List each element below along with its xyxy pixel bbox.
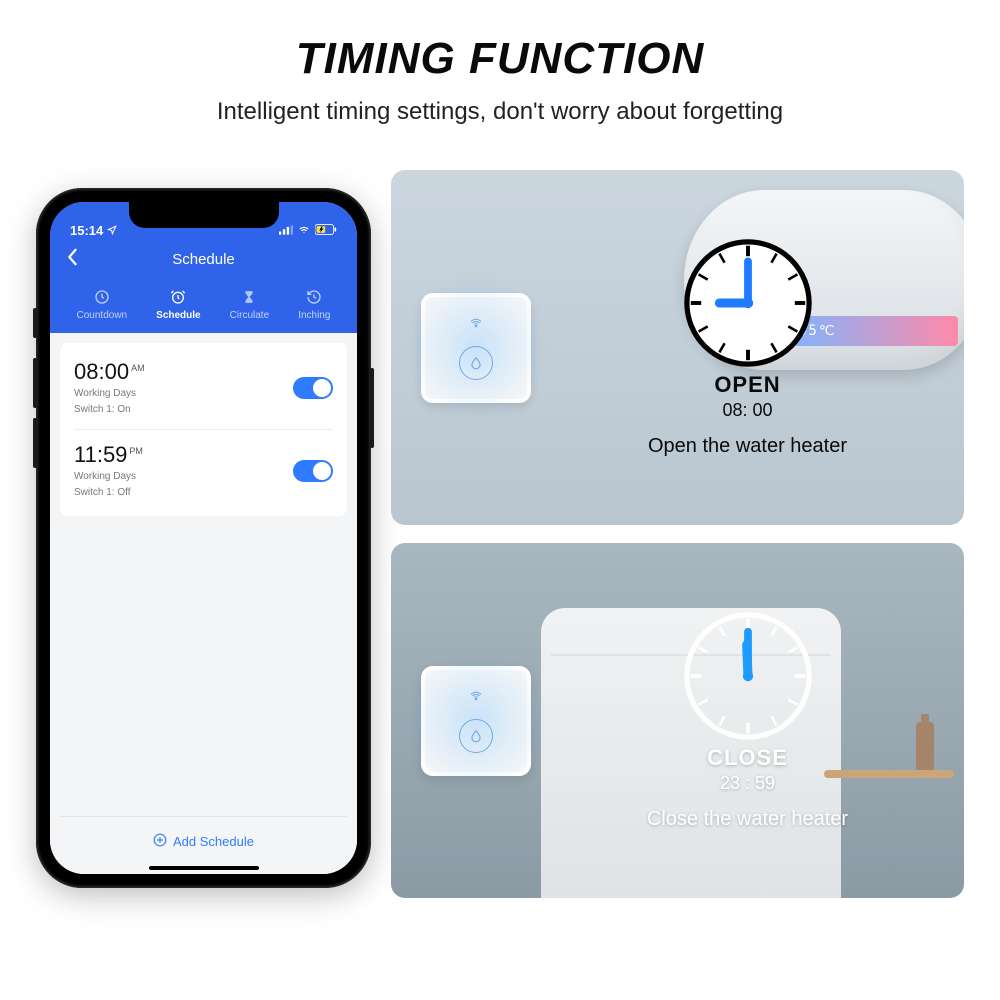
- tab-label: Inching: [298, 310, 330, 321]
- open-time: 08: 00: [722, 400, 772, 421]
- schedule-state: Switch 1: On: [74, 403, 145, 417]
- battery-icon: [315, 223, 337, 238]
- phone-screen: 15:14: [50, 202, 357, 874]
- schedule-item[interactable]: 11:59PM Working Days Switch 1: Off: [74, 429, 333, 512]
- tabs-row: Countdown Schedule Circula: [62, 288, 345, 321]
- history-icon: [305, 288, 323, 306]
- close-desc: Close the water heater: [647, 808, 848, 831]
- wifi-icon: [468, 316, 484, 334]
- tab-inching[interactable]: Inching: [298, 288, 330, 321]
- page-headline: TIMING FUNCTION: [296, 34, 705, 84]
- back-button[interactable]: [66, 248, 78, 270]
- hourglass-icon: [240, 288, 258, 306]
- schedule-toggle[interactable]: [293, 377, 333, 399]
- phone-frame: 15:14: [36, 188, 371, 888]
- wifi-icon: [297, 223, 311, 238]
- open-label: OPEN: [714, 372, 780, 398]
- power-icon: [459, 346, 493, 380]
- wifi-icon: [468, 689, 484, 707]
- panel-close: CLOSE 23 : 59 Close the water heater: [391, 543, 964, 898]
- app-title: Schedule: [172, 251, 235, 268]
- schedule-time: 08:00AM: [74, 359, 145, 385]
- phone-notch: [129, 202, 279, 228]
- schedule-days: Working Days: [74, 470, 143, 484]
- alarm-icon: [169, 288, 187, 306]
- home-indicator: [149, 866, 259, 870]
- clock-icon: [93, 288, 111, 306]
- power-icon: [459, 719, 493, 753]
- add-schedule-label: Add Schedule: [173, 834, 254, 849]
- app-header: Schedule Countdown: [50, 240, 357, 333]
- panel-open: 45℃: [391, 170, 964, 525]
- signal-icon: [279, 223, 293, 238]
- close-label: CLOSE: [707, 745, 788, 771]
- status-time: 15:14: [70, 223, 103, 238]
- tab-schedule[interactable]: Schedule: [156, 288, 200, 321]
- schedule-days: Working Days: [74, 387, 145, 401]
- schedule-card: 08:00AM Working Days Switch 1: On 11:59P…: [60, 343, 347, 516]
- tab-label: Countdown: [77, 310, 128, 321]
- open-desc: Open the water heater: [648, 435, 847, 458]
- smart-switch: [421, 293, 531, 403]
- page-subtitle: Intelligent timing settings, don't worry…: [217, 98, 783, 126]
- schedule-item[interactable]: 08:00AM Working Days Switch 1: On: [74, 347, 333, 429]
- clock-icon: [683, 611, 813, 741]
- schedule-time: 11:59PM: [74, 442, 143, 468]
- schedule-toggle[interactable]: [293, 460, 333, 482]
- add-schedule-button[interactable]: Add Schedule: [60, 816, 347, 860]
- tab-circulate[interactable]: Circulate: [230, 288, 269, 321]
- smart-switch: [421, 666, 531, 776]
- close-time: 23 : 59: [720, 773, 775, 794]
- schedule-body: 08:00AM Working Days Switch 1: On 11:59P…: [50, 333, 357, 874]
- schedule-state: Switch 1: Off: [74, 486, 143, 500]
- clock-icon: [683, 238, 813, 368]
- tab-label: Schedule: [156, 310, 200, 321]
- location-icon: [107, 223, 117, 238]
- tab-countdown[interactable]: Countdown: [77, 288, 128, 321]
- tab-label: Circulate: [230, 310, 269, 321]
- plus-icon: [153, 833, 167, 850]
